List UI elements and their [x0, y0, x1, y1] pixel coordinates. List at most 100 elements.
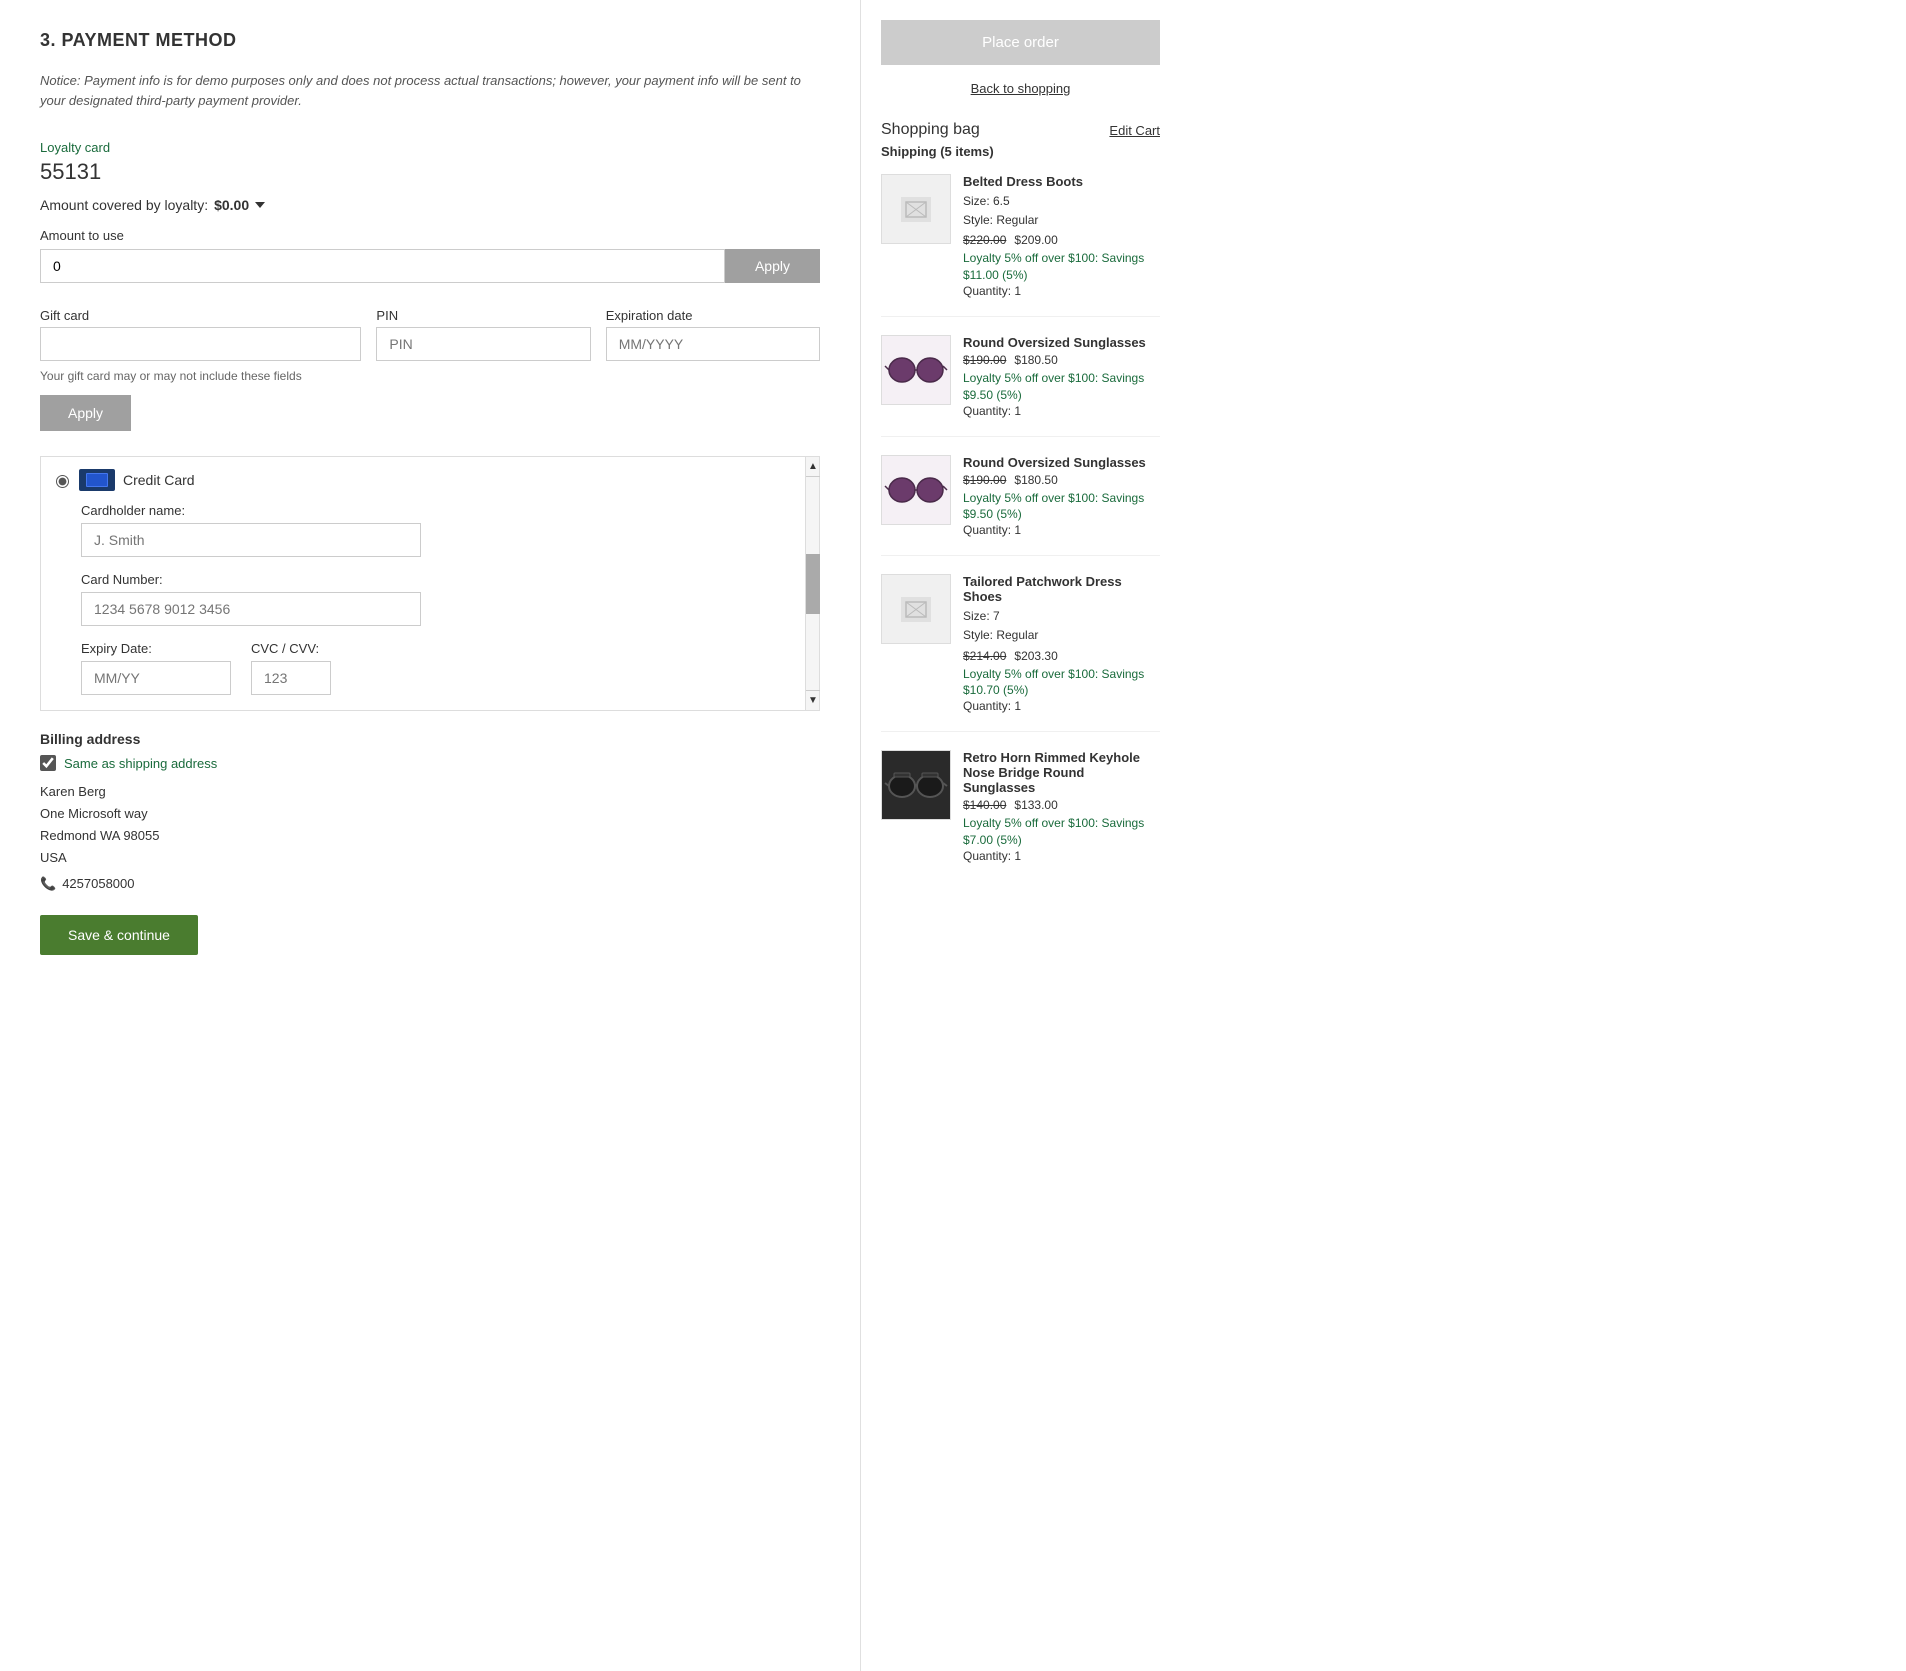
cardholder-input[interactable] — [81, 523, 421, 557]
gift-card-field: Gift card — [40, 308, 361, 361]
gift-card-fields-row: Gift card PIN Expiration date — [40, 308, 820, 361]
expiry-cvv-row: Expiry Date: CVC / CVV: — [81, 641, 790, 695]
billing-checkbox-row: Same as shipping address — [40, 755, 820, 771]
expiration-input[interactable] — [606, 327, 820, 361]
cart-item-name-1: Belted Dress Boots — [963, 174, 1160, 189]
cvc-field: CVC / CVV: — [251, 641, 331, 695]
billing-title: Billing address — [40, 731, 820, 747]
loyalty-number: 55131 — [40, 159, 820, 185]
gift-card-hint: Your gift card may or may not include th… — [40, 369, 820, 383]
cvc-label: CVC / CVV: — [251, 641, 331, 656]
cart-item-size-1: Size: 6.5 — [963, 192, 1160, 211]
sunglasses-icon — [882, 336, 950, 404]
cart-item-price-1: $220.00 $209.00 — [963, 233, 1160, 247]
cart-item-details-3: Round Oversized Sunglasses $190.00 $180.… — [963, 455, 1160, 538]
billing-phone-row: 📞 4257058000 — [40, 873, 820, 895]
same-as-shipping-label: Same as shipping address — [64, 756, 217, 771]
credit-card-label: Credit Card — [123, 472, 195, 488]
pin-input[interactable] — [376, 327, 590, 361]
cart-item-image-1 — [881, 174, 951, 244]
chevron-down-icon[interactable] — [255, 202, 265, 208]
cvc-input[interactable] — [251, 661, 331, 695]
pin-label: PIN — [376, 308, 590, 323]
shipping-label: Shipping (5 items) — [881, 144, 1160, 159]
cart-item-details-4: Tailored Patchwork Dress Shoes Size: 7 S… — [963, 574, 1160, 713]
cart-item-qty-5: Quantity: 1 — [963, 849, 1160, 863]
amount-covered: Amount covered by loyalty: $0.00 — [40, 197, 820, 213]
cart-item-qty-1: Quantity: 1 — [963, 284, 1160, 298]
payment-methods-container: Credit Card Cardholder name: Card Number… — [40, 456, 820, 711]
scroll-down-button[interactable]: ▼ — [806, 690, 820, 710]
image-placeholder-icon — [901, 597, 931, 622]
billing-address-line2: Redmond WA 98055 — [40, 825, 820, 847]
cart-item: Belted Dress Boots Size: 6.5 Style: Regu… — [881, 174, 1160, 317]
payment-notice: Notice: Payment info is for demo purpose… — [40, 71, 820, 110]
loyalty-label: Loyalty card — [40, 140, 820, 155]
save-continue-button[interactable]: Save & continue — [40, 915, 198, 955]
cart-item-loyalty-3: Loyalty 5% off over $100: Savings $9.50 … — [963, 490, 1160, 524]
gift-card-label: Gift card — [40, 308, 361, 323]
cart-item-loyalty-1: Loyalty 5% off over $100: Savings $11.00… — [963, 250, 1160, 284]
back-to-shopping: Back to shopping — [881, 80, 1160, 96]
cart-item-loyalty-2: Loyalty 5% off over $100: Savings $9.50 … — [963, 370, 1160, 404]
scroll-up-button[interactable]: ▲ — [806, 457, 820, 477]
billing-address-line1: One Microsoft way — [40, 803, 820, 825]
billing-phone-number: 4257058000 — [62, 873, 134, 895]
amount-to-use-input[interactable] — [40, 249, 725, 283]
expiry-label: Expiry Date: — [81, 641, 231, 656]
card-number-label: Card Number: — [81, 572, 790, 587]
pin-field: PIN — [376, 308, 590, 361]
sunglasses-icon — [882, 456, 950, 524]
shopping-bag-title: Shopping bag — [881, 121, 980, 139]
expiry-input[interactable] — [81, 661, 231, 695]
billing-section: Billing address Same as shipping address… — [40, 731, 820, 895]
cart-item-image-3 — [881, 455, 951, 525]
same-as-shipping-checkbox[interactable] — [40, 755, 56, 771]
image-placeholder-icon — [901, 197, 931, 222]
cart-item-loyalty-4: Loyalty 5% off over $100: Savings $10.70… — [963, 666, 1160, 700]
page-title: 3. PAYMENT METHOD — [40, 30, 820, 51]
cart-item-price-4: $214.00 $203.30 — [963, 649, 1160, 663]
credit-card-radio[interactable] — [56, 475, 69, 488]
cart-item-details-1: Belted Dress Boots Size: 6.5 Style: Regu… — [963, 174, 1160, 298]
amount-to-use-label: Amount to use — [40, 228, 820, 243]
cart-item-name-5: Retro Horn Rimmed Keyhole Nose Bridge Ro… — [963, 750, 1160, 795]
loyalty-apply-button[interactable]: Apply — [725, 249, 820, 283]
place-order-button[interactable]: Place order — [881, 20, 1160, 65]
card-number-field: Card Number: — [81, 572, 790, 626]
cart-item-style-1: Style: Regular — [963, 211, 1160, 230]
sidebar: Place order Back to shopping Shopping ba… — [860, 0, 1180, 1671]
billing-country: USA — [40, 847, 820, 869]
cart-item-name-4: Tailored Patchwork Dress Shoes — [963, 574, 1160, 604]
cart-item-image-2 — [881, 335, 951, 405]
shopping-bag-header: Shopping bag Edit Cart — [881, 121, 1160, 139]
scroll-track: ▲ ▼ — [805, 457, 819, 710]
cart-item-image-4 — [881, 574, 951, 644]
gift-card-input[interactable] — [40, 327, 361, 361]
credit-card-form: Cardholder name: Card Number: Expiry Dat… — [41, 503, 805, 710]
cart-item-qty-3: Quantity: 1 — [963, 523, 1160, 537]
cardholder-label: Cardholder name: — [81, 503, 790, 518]
cart-item-name-2: Round Oversized Sunglasses — [963, 335, 1160, 350]
cart-item-qty-2: Quantity: 1 — [963, 404, 1160, 418]
cart-item-qty-4: Quantity: 1 — [963, 699, 1160, 713]
amount-to-use-row: Apply — [40, 249, 820, 283]
cart-item-price-2: $190.00 $180.50 — [963, 353, 1160, 367]
cart-item-details-2: Round Oversized Sunglasses $190.00 $180.… — [963, 335, 1160, 418]
cart-item-name-3: Round Oversized Sunglasses — [963, 455, 1160, 470]
phone-icon: 📞 — [40, 873, 56, 895]
cart-item-size-4: Size: 7 — [963, 607, 1160, 626]
cart-item: Retro Horn Rimmed Keyhole Nose Bridge Ro… — [881, 750, 1160, 881]
cart-item-details-5: Retro Horn Rimmed Keyhole Nose Bridge Ro… — [963, 750, 1160, 863]
cart-item-loyalty-5: Loyalty 5% off over $100: Savings $7.00 … — [963, 815, 1160, 849]
payment-methods-scroll[interactable]: Credit Card Cardholder name: Card Number… — [41, 457, 819, 710]
credit-card-icon — [79, 469, 115, 491]
back-to-shopping-link[interactable]: Back to shopping — [971, 81, 1071, 96]
edit-cart-link[interactable]: Edit Cart — [1109, 123, 1160, 138]
card-number-input[interactable] — [81, 592, 421, 626]
gift-card-section: Gift card PIN Expiration date Your gift … — [40, 308, 820, 431]
credit-card-method: Credit Card — [41, 457, 805, 503]
gift-card-apply-button[interactable]: Apply — [40, 395, 131, 431]
cart-item-price-3: $190.00 $180.50 — [963, 473, 1160, 487]
cart-item-style-4: Style: Regular — [963, 626, 1160, 645]
